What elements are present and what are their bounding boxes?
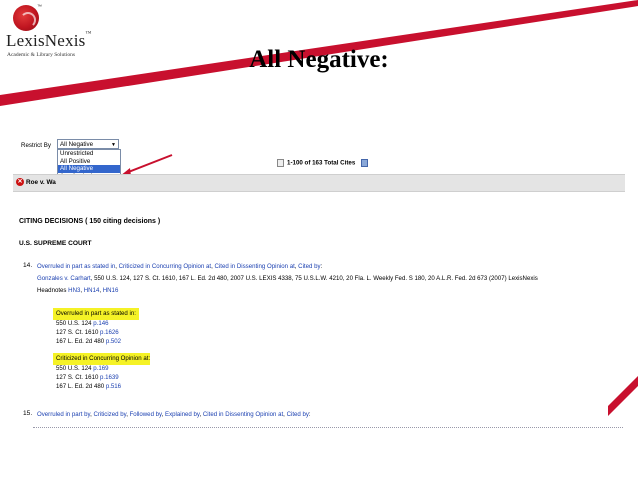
- pinpoint-citation: 550 U.S. 124: [56, 320, 94, 327]
- red-signal-icon: ✕: [16, 178, 24, 186]
- restrict-by-label: Restrict By: [21, 142, 51, 149]
- pinpoint-row: 550 U.S. 124 p.146: [56, 320, 109, 327]
- pinpoint-row: 167 L. Ed. 2d 480 p.502: [56, 338, 121, 345]
- headnote-link[interactable]: HN16: [103, 287, 119, 294]
- slide-title: All Negative:: [249, 46, 389, 73]
- case-link[interactable]: Gonzales v. Carhart: [37, 275, 91, 282]
- citing-decisions-heading: CITING DECISIONS ( 150 citing decisions …: [19, 218, 161, 225]
- treatment-link[interactable]: Followed by: [130, 411, 162, 418]
- result-count-bar: 1-100 of 163 Total Cites: [277, 159, 369, 167]
- treatment-link[interactable]: Criticized by: [93, 411, 126, 418]
- cutoff-line: [33, 427, 623, 431]
- treatment-row: Overruled in part by, Criticized by, Fol…: [37, 411, 311, 418]
- entry-number: 14.: [23, 262, 33, 269]
- pinpoint-link[interactable]: p.516: [106, 383, 121, 390]
- treatment-link[interactable]: Cited by: [287, 411, 309, 418]
- treatment-link[interactable]: Cited in Dissenting Opinion at: [215, 263, 295, 270]
- headnotes-label: Headnotes: [37, 287, 69, 294]
- pinpoint-row: 127 S. Ct. 1610 p.1639: [56, 374, 119, 381]
- pinpoint-row: 550 U.S. 124 p.169: [56, 365, 109, 372]
- pinpoint-link[interactable]: p.146: [93, 320, 108, 327]
- result-count: 1-100 of 163 Total Cites: [287, 159, 356, 167]
- dropdown-option[interactable]: All Negative: [58, 165, 120, 173]
- citation-text: , 550 U.S. 124, 127 S. Ct. 1610, 167 L. …: [90, 275, 538, 282]
- headnote-link[interactable]: HN3: [68, 287, 80, 294]
- treatment-separator: :: [308, 411, 311, 418]
- document-icon[interactable]: [277, 159, 284, 167]
- pinpoint-citation: 550 U.S. 124: [56, 365, 94, 372]
- case-tab[interactable]: Roe v. Wa: [26, 179, 56, 186]
- entry-number: 15.: [23, 410, 33, 417]
- pinpoint-citation: 167 L. Ed. 2d 480: [56, 383, 106, 390]
- logo-globe-tm: ™: [37, 4, 42, 10]
- pinpoint-link[interactable]: p.502: [106, 338, 121, 345]
- case-tab-bar: ✕ Roe v. Wa: [13, 174, 625, 192]
- treatment-link[interactable]: Overruled in part by: [37, 411, 90, 418]
- restrict-by-select[interactable]: All Negative ▼: [57, 139, 119, 149]
- pinpoint-citation: 127 S. Ct. 1610: [56, 374, 101, 381]
- treatment-row: Overruled in part as stated in, Criticiz…: [37, 263, 322, 270]
- treatment-block-heading: Overruled in part as stated in:: [56, 310, 136, 317]
- logo-tm: ™: [85, 31, 92, 37]
- treatment-link[interactable]: Criticized in Concurring Opinion at: [119, 263, 211, 270]
- pinpoint-citation: 127 S. Ct. 1610: [56, 329, 101, 336]
- court-heading: U.S. SUPREME COURT: [19, 240, 92, 247]
- treatment-link[interactable]: Cited by: [298, 263, 320, 270]
- pinpoint-link[interactable]: p.1626: [100, 329, 119, 336]
- pinpoint-citation: 167 L. Ed. 2d 480: [56, 338, 106, 345]
- citation-row: Gonzales v. Carhart, 550 U.S. 124, 127 S…: [37, 275, 538, 282]
- headnote-link[interactable]: HN14: [84, 287, 100, 294]
- treatment-separator: :: [320, 263, 323, 270]
- pinpoint-row: 167 L. Ed. 2d 480 p.516: [56, 383, 121, 390]
- dropdown-option[interactable]: Unrestricted: [58, 150, 120, 158]
- restrict-by-value: All Negative: [60, 141, 94, 148]
- pinpoint-link[interactable]: p.1639: [100, 374, 119, 381]
- shepards-screenshot: Restrict By All Negative ▼ Unrestricted A…: [13, 130, 625, 430]
- treatment-link[interactable]: Cited in Dissenting Opinion at: [203, 411, 283, 418]
- headnotes-row: Headnotes HN3, HN14, HN16: [37, 287, 118, 294]
- logo-globe-icon: [13, 5, 39, 31]
- treatment-block-heading: Criticized in Concurring Opinion at:: [56, 355, 151, 362]
- list-view-icon[interactable]: [361, 159, 369, 167]
- dropdown-option[interactable]: All Positive: [58, 158, 120, 166]
- treatment-link[interactable]: Overruled in part as stated in: [37, 263, 115, 270]
- pinpoint-row: 127 S. Ct. 1610 p.1626: [56, 329, 119, 336]
- pinpoint-link[interactable]: p.169: [93, 365, 108, 372]
- treatment-link[interactable]: Explained by: [165, 411, 199, 418]
